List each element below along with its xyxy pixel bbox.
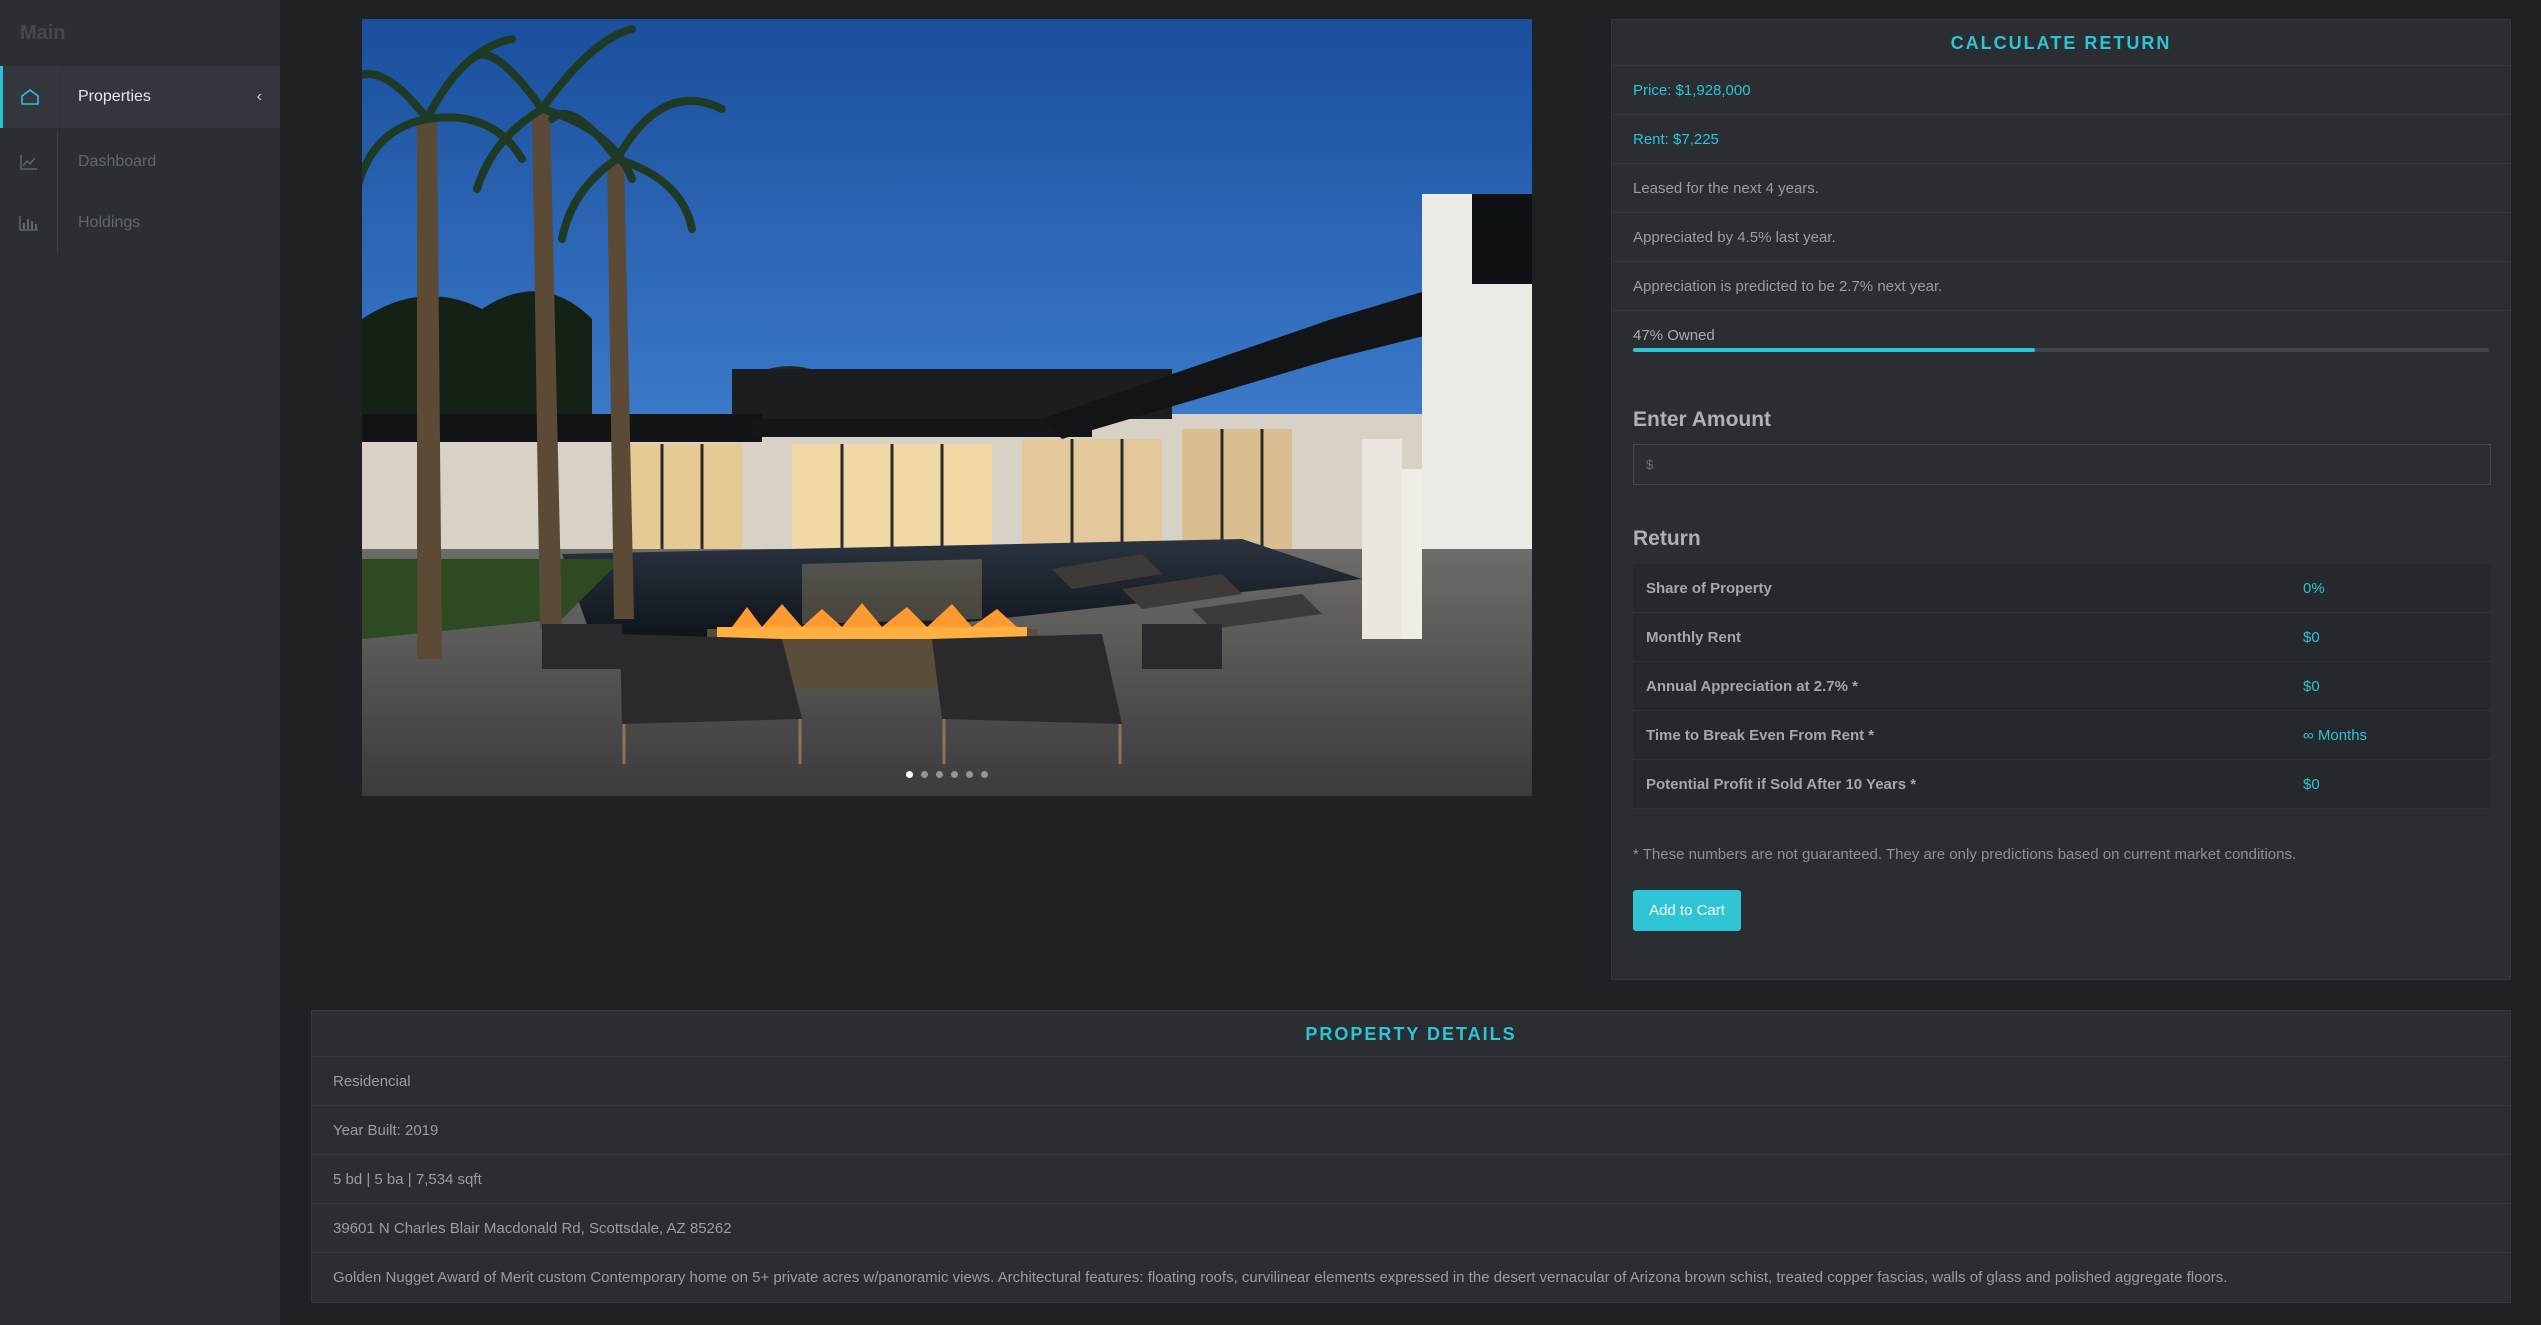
calculate-return-panel: CALCULATE RETURN Price: $1,928,000 Rent:… — [1611, 19, 2511, 980]
calculate-return-title: CALCULATE RETURN — [1612, 20, 2510, 66]
chevron-left-icon[interactable]: ‹ — [257, 88, 262, 106]
property-details-panel: PROPERTY DETAILS Residencial Year Built:… — [311, 1010, 2511, 1303]
sidebar-item-holdings[interactable]: Holdings — [0, 192, 280, 254]
home-icon — [3, 66, 58, 128]
rent-row: Rent: $7,225 — [1612, 115, 2510, 164]
enter-amount-heading: Enter Amount — [1633, 408, 1772, 431]
property-address: 39601 N Charles Blair Macdonald Rd, Scot… — [312, 1204, 2510, 1253]
appreciated-row: Appreciated by 4.5% last year. — [1612, 213, 2510, 262]
carousel-dot[interactable] — [951, 771, 958, 778]
carousel-indicators — [362, 771, 1532, 778]
owned-progress-track — [1633, 348, 2489, 352]
table-row: Potential Profit if Sold After 10 Years … — [1633, 760, 2491, 809]
add-to-cart-button[interactable]: Add to Cart — [1633, 890, 1741, 931]
carousel-dot[interactable] — [936, 771, 943, 778]
line-chart-icon — [0, 131, 58, 193]
return-value: ∞ Months — [2303, 726, 2368, 744]
return-label: Annual Appreciation at 2.7% * — [1646, 677, 1858, 695]
return-value: $0 — [2303, 628, 2320, 646]
property-image-carousel[interactable] — [362, 19, 1532, 796]
leased-row: Leased for the next 4 years. — [1612, 164, 2510, 213]
price-row: Price: $1,928,000 — [1612, 66, 2510, 115]
year-built: Year Built: 2019 — [312, 1106, 2510, 1155]
table-row: Time to Break Even From Rent * ∞ Months — [1633, 711, 2491, 760]
predicted-row: Appreciation is predicted to be 2.7% nex… — [1612, 262, 2510, 311]
amount-input[interactable] — [1633, 444, 2491, 485]
return-label: Share of Property — [1646, 579, 1772, 597]
return-heading: Return — [1633, 527, 1701, 550]
table-row: Annual Appreciation at 2.7% * $0 — [1633, 662, 2491, 711]
return-table: Share of Property 0% Monthly Rent $0 Ann… — [1633, 564, 2491, 809]
sidebar-item-dashboard[interactable]: Dashboard — [0, 131, 280, 193]
carousel-dot[interactable] — [906, 771, 913, 778]
sidebar-item-label: Holdings — [78, 214, 141, 231]
bar-chart-icon — [0, 192, 58, 254]
carousel-dot[interactable] — [966, 771, 973, 778]
return-label: Monthly Rent — [1646, 628, 1741, 646]
carousel-dot[interactable] — [921, 771, 928, 778]
sidebar: Main Properties ‹ Dashboard Holdings — [0, 0, 280, 1325]
owned-progress-fill — [1633, 348, 2036, 352]
sidebar-item-properties[interactable]: Properties ‹ — [0, 66, 280, 128]
return-value: $0 — [2303, 775, 2320, 793]
property-type: Residencial — [312, 1057, 2510, 1106]
owned-label: 47% Owned — [1633, 327, 1715, 344]
ownership-progress: 47% Owned — [1612, 311, 2510, 361]
property-details-title: PROPERTY DETAILS — [312, 1011, 2510, 1057]
return-label: Potential Profit if Sold After 10 Years … — [1646, 775, 1917, 793]
return-value: $0 — [2303, 677, 2320, 695]
table-row: Share of Property 0% — [1633, 564, 2491, 613]
table-row: Monthly Rent $0 — [1633, 613, 2491, 662]
sidebar-item-label: Properties — [78, 88, 151, 105]
property-photo — [362, 19, 1532, 796]
disclaimer-text: * These numbers are not guaranteed. They… — [1633, 846, 2297, 863]
carousel-dot[interactable] — [981, 771, 988, 778]
return-label: Time to Break Even From Rent * — [1646, 726, 1875, 744]
sidebar-item-label: Dashboard — [78, 153, 157, 170]
property-description: Golden Nugget Award of Merit custom Cont… — [333, 1269, 2228, 1286]
sidebar-heading: Main — [20, 22, 66, 44]
property-specs: 5 bd | 5 ba | 7,534 sqft — [312, 1155, 2510, 1204]
return-value: 0% — [2303, 579, 2325, 597]
